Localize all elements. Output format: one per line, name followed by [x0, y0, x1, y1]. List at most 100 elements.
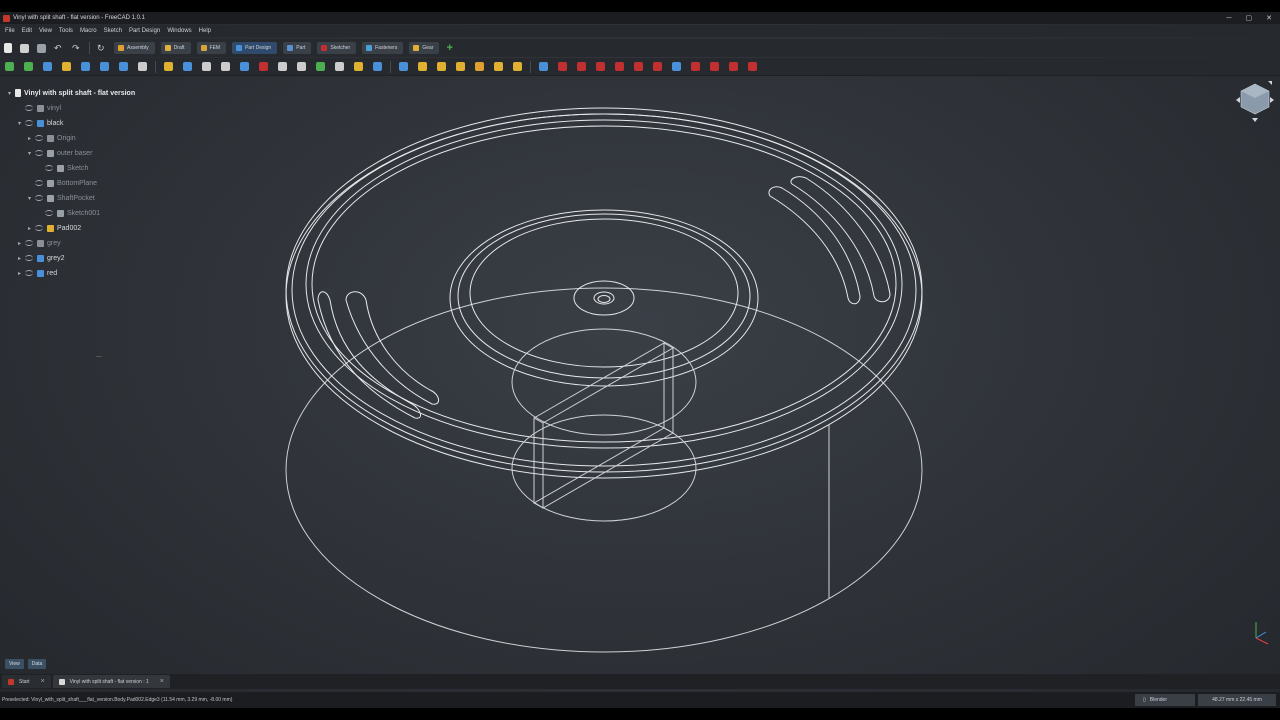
sub-pipe-icon[interactable]	[596, 62, 605, 71]
polar-pattern-icon[interactable]	[691, 62, 700, 71]
tab-data[interactable]: Data	[27, 659, 47, 669]
tree-item-sketch[interactable]: Sketch	[36, 162, 88, 174]
expand-arrow-icon[interactable]: ▸	[16, 270, 23, 277]
cube-rotate-right-icon[interactable]	[1270, 97, 1274, 103]
tree-item-grey[interactable]: ▸ grey	[16, 237, 61, 249]
datum-line-icon[interactable]	[335, 62, 344, 71]
refresh-icon[interactable]: ↻	[97, 43, 107, 53]
additive-prim-icon[interactable]	[494, 62, 503, 71]
close-tab-icon[interactable]: ×	[41, 678, 45, 685]
validate-icon[interactable]	[240, 62, 249, 71]
close-button[interactable]: ✕	[1266, 14, 1272, 22]
front-view-icon[interactable]	[62, 62, 71, 71]
mirror-icon[interactable]	[653, 62, 662, 71]
menu-edit[interactable]: Edit	[22, 28, 32, 34]
menu-sketch[interactable]: Sketch	[104, 28, 122, 34]
visibility-hidden-icon[interactable]	[45, 210, 53, 216]
isometric-view-icon[interactable]	[43, 62, 52, 71]
rear-view-icon[interactable]	[119, 62, 128, 71]
visibility-hidden-icon[interactable]	[35, 180, 43, 186]
close-tab-icon[interactable]: ×	[160, 678, 164, 685]
expand-arrow-icon[interactable]: ▾	[26, 150, 33, 157]
maximize-button[interactable]: ▢	[1246, 14, 1253, 22]
visibility-hidden-icon[interactable]	[25, 240, 33, 246]
save-icon[interactable]	[37, 43, 46, 53]
chamfer-icon[interactable]	[729, 62, 738, 71]
workbench-part-design[interactable]: Part Design	[232, 42, 278, 54]
sub-loft-icon[interactable]	[577, 62, 586, 71]
visibility-hidden-icon[interactable]	[35, 150, 43, 156]
cube-rotate-left-icon[interactable]	[1236, 97, 1240, 103]
menu-tools[interactable]: Tools	[59, 28, 73, 34]
revolution-icon[interactable]	[418, 62, 427, 71]
visibility-eye-icon[interactable]	[25, 255, 33, 261]
workbench-draft[interactable]: Draft	[160, 42, 191, 54]
workbench-assembly[interactable]: Assembly	[114, 42, 155, 54]
right-view-icon[interactable]	[100, 62, 109, 71]
new-file-icon[interactable]	[4, 43, 12, 53]
navigation-cube[interactable]	[1232, 78, 1278, 124]
tab-view[interactable]: View	[5, 659, 24, 669]
minimize-button[interactable]: ─	[1227, 15, 1232, 22]
menu-macro[interactable]: Macro	[80, 28, 97, 34]
redo-icon[interactable]: ↷	[72, 43, 82, 53]
expand-arrow-icon[interactable]: ▸	[16, 240, 23, 247]
workbench-fem[interactable]: FEM	[196, 42, 227, 54]
tree-item-grey2[interactable]: ▸ grey2	[16, 252, 65, 264]
std-view-icon[interactable]	[164, 62, 173, 71]
pipe-icon[interactable]	[456, 62, 465, 71]
tree-item-vinyl[interactable]: vinyl	[16, 102, 61, 114]
tree-item-origin[interactable]: ▸ Origin	[26, 132, 76, 144]
open-file-icon[interactable]	[20, 43, 29, 53]
tree-item-sketch001[interactable]: Sketch001	[36, 207, 100, 219]
loft-icon[interactable]	[437, 62, 446, 71]
fillet-icon[interactable]	[710, 62, 719, 71]
body-icon[interactable]	[183, 62, 192, 71]
workbench-part[interactable]: Part	[283, 42, 312, 54]
visibility-eye-icon[interactable]	[35, 225, 43, 231]
collapse-arrow-icon[interactable]: ▾	[6, 90, 13, 97]
tree-item-shaftpocket[interactable]: ▾ ShaftPocket	[26, 192, 95, 204]
tree-root[interactable]: ▾ Vinyl with split shaft - flat version	[6, 87, 135, 99]
sub-shape-icon[interactable]	[297, 62, 306, 71]
panel-splitter-handle[interactable]	[96, 356, 102, 357]
fit-selection-icon[interactable]	[24, 62, 33, 71]
workbench-fasteners[interactable]: Fasteners	[362, 42, 404, 54]
top-view-icon[interactable]	[81, 62, 90, 71]
undo-icon[interactable]: ↶	[54, 43, 64, 53]
visibility-hidden-icon[interactable]	[25, 105, 33, 111]
hole-icon[interactable]	[539, 62, 548, 71]
sketch-icon[interactable]	[221, 62, 230, 71]
navigation-style-selector[interactable]: ▯ Blender	[1135, 694, 1195, 706]
datum-point-icon[interactable]	[354, 62, 363, 71]
tree-item-black[interactable]: ▾ black	[16, 117, 63, 129]
datum-plane-icon[interactable]	[316, 62, 325, 71]
visibility-eye-icon[interactable]	[25, 270, 33, 276]
expand-arrow-icon[interactable]: ▸	[16, 255, 23, 262]
menu-help[interactable]: Help	[199, 28, 211, 34]
fit-all-icon[interactable]	[5, 62, 14, 71]
menu-part-design[interactable]: Part Design	[129, 28, 160, 34]
expand-arrow-icon[interactable]: ▾	[16, 120, 23, 127]
menu-file[interactable]: File	[5, 28, 15, 34]
tree-item-outer-baser[interactable]: ▾ outer baser	[26, 147, 92, 159]
tree-item-pad002[interactable]: ▸ Pad002	[26, 222, 81, 234]
sub-helix-icon[interactable]	[615, 62, 624, 71]
shape-binder-icon[interactable]	[278, 62, 287, 71]
add-workbench-icon[interactable]: +	[446, 43, 456, 54]
menu-view[interactable]: View	[39, 28, 52, 34]
sub-prim-icon[interactable]	[634, 62, 643, 71]
workbench-sketcher[interactable]: Sketcher	[317, 42, 357, 54]
expand-arrow-icon[interactable]: ▸	[26, 135, 33, 142]
tab-start[interactable]: Start ×	[2, 675, 51, 688]
3d-viewport[interactable]	[0, 0, 1280, 720]
pocket-icon[interactable]	[513, 62, 522, 71]
visibility-eye-icon[interactable]	[25, 120, 33, 126]
visibility-hidden-icon[interactable]	[35, 195, 43, 201]
visibility-hidden-icon[interactable]	[35, 135, 43, 141]
tree-item-red[interactable]: ▸ red	[16, 267, 57, 279]
helix-icon[interactable]	[475, 62, 484, 71]
visibility-hidden-icon[interactable]	[45, 165, 53, 171]
cube-menu-icon[interactable]	[1268, 81, 1272, 85]
menu-windows[interactable]: Windows	[167, 28, 191, 34]
